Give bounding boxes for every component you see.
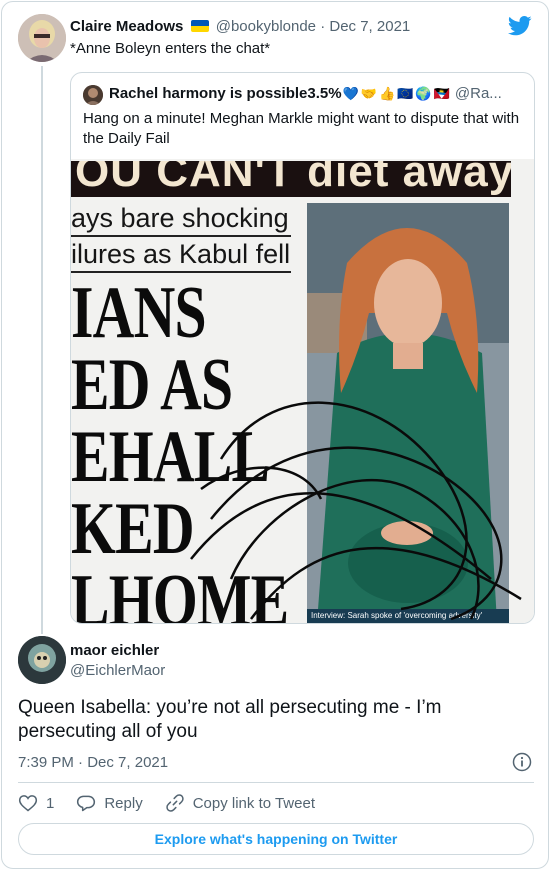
like-button[interactable]: 1 [18,793,54,813]
reply-label: Reply [104,794,143,812]
reply-text: Queen Isabella: you’re not all persecuti… [18,697,442,742]
blue-heart-icon: 💙 [342,86,359,101]
reply-author-handle[interactable]: @EichlerMaor [70,662,165,679]
author-avatar[interactable] [18,14,66,62]
info-icon[interactable] [512,752,532,772]
quoted-tweet-header: Rachel harmony is possible3.5%💙 🤝 👍 🇪🇺 🌍 🇦🇬 @… [109,85,529,102]
quoted-author-avatar [83,85,103,105]
author-name[interactable]: Claire Meadows [70,18,183,35]
tweet-actions: 1 Reply Copy link to Tweet [18,792,337,814]
eu-flag-icon: 🇪🇺 [397,86,414,101]
quoted-author-handle: @Ra... [454,85,502,102]
parent-tweet-header: Claire Meadows @bookyblonde · Dec 7, 202… [70,18,410,35]
newspaper-image[interactable]: OU CAN'T diet away... ays bare shocking … [71,159,534,623]
tweet-embed-card: Claire Meadows @bookyblonde · Dec 7, 202… [1,1,549,869]
explore-twitter-button[interactable]: Explore what's happening on Twitter [18,823,534,855]
reply-icon [77,795,96,812]
quoted-tweet-text: Hang on a minute! Meghan Markle might wa… [83,110,520,147]
reply-time: 7:39 PM [18,754,74,771]
tweet-date[interactable]: Dec 7, 2021 [329,18,410,35]
like-count: 1 [46,794,55,812]
ukraine-flag-icon [190,20,209,32]
thumbs-up-icon: 👍 [378,86,396,101]
quoted-tweet[interactable]: Rachel harmony is possible3.5%💙 🤝 👍 🇪🇺 🌍 🇦🇬 @… [70,72,535,624]
heart-icon [18,795,38,812]
thread-line [41,66,43,634]
quoted-author-name: Rachel harmony is possible3.5% [109,85,342,102]
copy-link-button[interactable]: Copy link to Tweet [165,793,315,813]
handshake-icon: 🤝 [360,86,377,101]
author-handle[interactable]: @bookyblonde [216,18,316,35]
reply-timestamp[interactable]: 7:39 PM · Dec 7, 2021 [18,754,168,771]
reply-date: Dec 7, 2021 [87,754,169,771]
divider [18,782,534,783]
antigua-flag-icon: 🇦🇬 [433,86,450,101]
separator-dot: · [78,754,84,771]
globe-icon: 🌍 [415,86,432,101]
reply-author-avatar[interactable] [18,636,66,684]
reply-author-name[interactable]: maor eichler [70,642,159,659]
twitter-logo-icon[interactable] [508,16,532,36]
separator-dot: · [320,18,326,35]
copy-link-label: Copy link to Tweet [192,794,315,812]
link-icon [166,794,184,812]
parent-tweet-text: *Anne Boleyn enters the chat* [70,40,271,57]
scribble-overlay [190,401,522,621]
reply-button[interactable]: Reply [76,793,143,813]
